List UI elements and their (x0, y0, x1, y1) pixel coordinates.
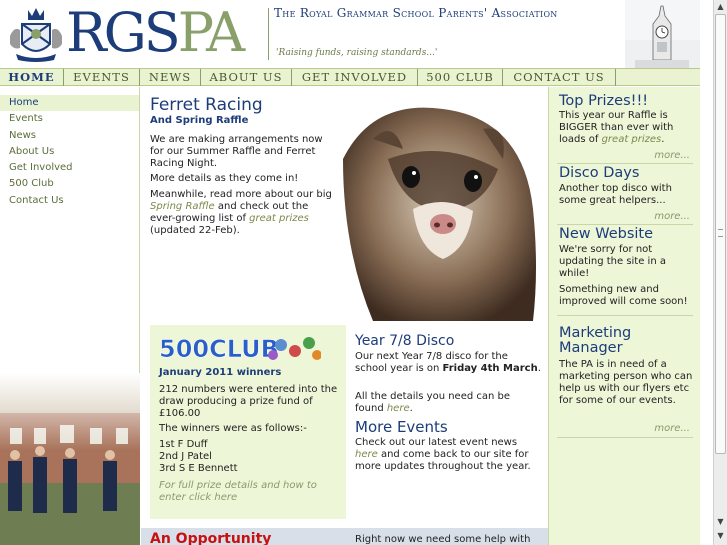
right-sidebar: Top Prizes!!! This year our Raffle is BI… (548, 87, 700, 545)
header-divider (268, 8, 269, 60)
500-club-heading: January 2011 winners (159, 367, 282, 378)
top-prizes-text: This year our Raffle is BIGGER than ever… (559, 110, 697, 146)
disco-paragraph-1: Our next Year 7/8 disco for the school y… (355, 351, 541, 375)
500-club-winners-intro: The winners were as follows:- (159, 423, 307, 434)
scroll-thumb[interactable] (715, 14, 726, 454)
disco-days-title: Disco Days (559, 165, 640, 181)
ferret-paragraph-3: Meanwhile, read more about our big Sprin… (150, 189, 333, 237)
more-events-text-a: Check out our latest event news (355, 437, 518, 448)
great-prizes-link[interactable]: great prizes (249, 213, 309, 224)
opportunity-text: Right now we need some help with (355, 534, 531, 545)
top-prizes-more-link[interactable]: more... (654, 150, 690, 161)
right-separator (557, 437, 693, 438)
opportunity-title: An Opportunity (150, 531, 272, 545)
disco-p2-text-a: All the details you need can be found (355, 391, 511, 414)
top-prizes-text-b: . (661, 134, 665, 145)
more-events-title: More Events (355, 418, 448, 436)
winner-third: 3rd S E Bennett (159, 463, 238, 474)
marketing-manager-title-line-1: Marketing (559, 325, 632, 341)
disco-details-link[interactable]: here (387, 403, 410, 414)
site-header: RGSPA The Royal Grammar School Parents' … (0, 0, 713, 68)
sidebar-item-events[interactable]: Events (0, 111, 139, 127)
disco-paragraph-2: All the details you need can be found he… (355, 391, 541, 415)
disco-p1-text-b: . (537, 363, 541, 374)
disco-days-text: Another top disco with some great helper… (559, 183, 672, 206)
opportunity-banner: An Opportunity Right now we need some he… (141, 528, 548, 545)
ferret-paragraph-2: More details as they come in! (150, 173, 299, 184)
more-events-paragraph: Check out our latest event news here and… (355, 437, 541, 473)
scroll-grip-icon (718, 229, 723, 237)
ferret-racing-title: Ferret Racing (150, 95, 263, 115)
marketing-manager-text: The PA is in need of a marketing person … (559, 359, 693, 406)
ferret-paragraph-1: We are making arrangements now for our S… (150, 134, 323, 169)
ferret-photo (333, 99, 539, 321)
500-club-click-here-link[interactable]: click here (189, 492, 237, 503)
nav-tab-news[interactable]: NEWS (140, 69, 201, 86)
right-separator (557, 163, 693, 164)
nav-tab-about-us[interactable]: ABOUT US (201, 69, 292, 86)
disco-title: Year 7/8 Disco (355, 333, 455, 349)
sidebar-item-about-us[interactable]: About Us (0, 144, 139, 160)
nav-tab-500-club[interactable]: 500 CLUB (418, 69, 503, 86)
logo-main-text: RGS (66, 1, 181, 64)
nav-tab-events[interactable]: EVENTS (64, 69, 140, 86)
logo-accent-text: PA (177, 1, 245, 64)
event-news-link[interactable]: here (355, 449, 378, 460)
scroll-up-arrow-icon[interactable]: ▲ (714, 0, 727, 14)
top-navigation: HOME EVENTS NEWS ABOUT US GET INVOLVED 5… (0, 68, 700, 86)
site-logo[interactable]: RGSPA (66, 1, 245, 64)
500-club-logo-text: 500CLUB (159, 335, 279, 363)
top-prizes-title: Top Prizes!!! (559, 93, 649, 109)
marketing-manager-more-link[interactable]: more... (654, 423, 690, 434)
marketing-manager-title-line-2: Manager (559, 340, 623, 356)
association-name: The Royal Grammar School Parents' Associ… (274, 6, 558, 20)
500-club-footer-text: For full prize details and how to enter (159, 480, 317, 503)
marketing-manager-title: Marketing Manager (559, 326, 631, 356)
nav-tab-get-involved[interactable]: GET INVOLVED (292, 69, 418, 86)
right-separator (557, 315, 693, 316)
new-website-text-2: Something new and improved will come soo… (559, 284, 688, 307)
sidebar-item-news[interactable]: News (0, 128, 139, 144)
right-separator (557, 224, 693, 225)
500-club-footer: For full prize details and how to enter … (159, 480, 339, 504)
main-content: Ferret Racing And Spring Raffle We are m… (141, 87, 548, 545)
sidebar-item-500-club[interactable]: 500 Club (0, 176, 139, 192)
nav-tab-home[interactable]: HOME (0, 69, 64, 86)
500-club-prize-fund-text: 212 numbers were entered into the draw p… (159, 384, 338, 419)
school-crest-logo[interactable] (8, 6, 64, 64)
spring-raffle-link[interactable]: Spring Raffle (150, 201, 215, 212)
winner-second: 2nd J Patel (159, 451, 212, 462)
clock-tower-image (625, 0, 700, 68)
ferret-racing-subtitle: And Spring Raffle (150, 115, 249, 126)
sidebar-item-home[interactable]: Home (0, 95, 139, 111)
disco-p2-text-b: . (409, 403, 413, 414)
winner-first: 1st F Duff (159, 439, 208, 450)
new-website-text-1: We're sorry for not updating the site in… (559, 244, 666, 279)
500-club-panel: 500CLUB January 2011 winners 212 numbers… (150, 325, 346, 519)
new-website-title: New Website (559, 226, 654, 242)
vertical-scrollbar[interactable]: ▲ ▼ ▼ (713, 0, 727, 545)
disco-days-more-link[interactable]: more... (654, 211, 690, 222)
nav-tab-contact-us[interactable]: CONTACT US (503, 69, 616, 86)
ferret-p3-text-a: Meanwhile, read more about our big (150, 189, 332, 200)
more-events-text-b: and come back to our site for more updat… (355, 449, 531, 472)
ferret-p3-text-c: (updated 22-Feb). (150, 225, 240, 236)
tagline: 'Raising funds, raising standards...' (276, 48, 438, 58)
left-sidebar: Home Events News About Us Get Involved 5… (0, 87, 140, 545)
top-prizes-great-prizes-link[interactable]: great prizes (602, 134, 662, 145)
disco-date: Friday 4th March (442, 363, 538, 374)
scroll-down-arrow-icon[interactable]: ▼ (714, 529, 727, 543)
500-club-logo[interactable]: 500CLUB (159, 333, 321, 363)
sidebar-item-get-involved[interactable]: Get Involved (0, 160, 139, 176)
school-students-photo (0, 373, 140, 545)
scroll-down-arrow-icon[interactable]: ▼ (714, 515, 727, 529)
sidebar-item-contact-us[interactable]: Contact Us (0, 193, 139, 209)
